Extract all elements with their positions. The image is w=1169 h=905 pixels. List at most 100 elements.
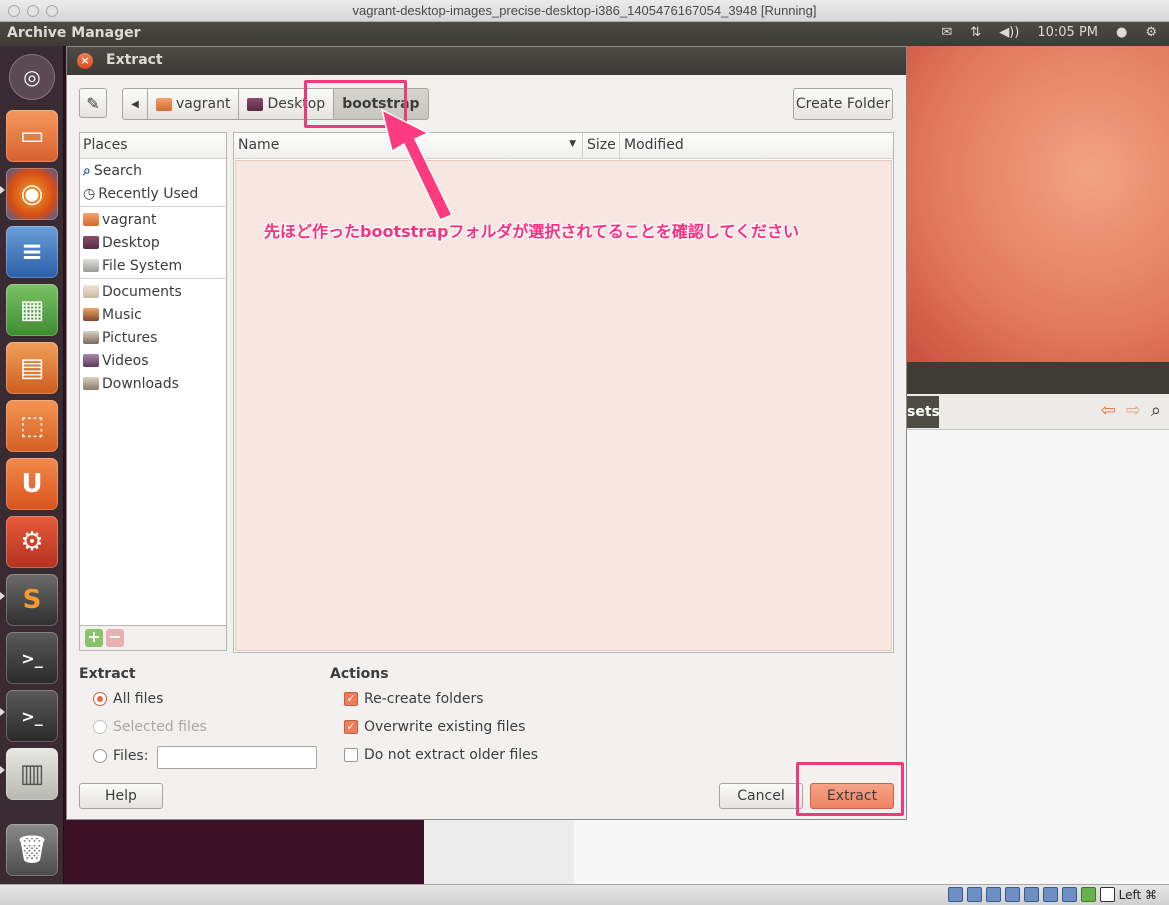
help-button[interactable]: Help [79,783,163,809]
mail-icon[interactable]: ✉ [941,25,952,40]
annotation-arrow [380,108,454,221]
home-folder-icon [83,213,99,226]
place-label: Music [102,306,142,323]
path-crumb-label: vagrant [176,96,231,112]
file-list: Name ▼ Size Modified [233,132,894,653]
path-crumb-vagrant[interactable]: vagrant [147,88,240,120]
background-window-content [907,430,1169,884]
option-label: Selected files [113,719,207,735]
trash-icon[interactable]: 🗑 [6,824,58,876]
place-desktop[interactable]: Desktop [80,231,226,254]
archive-manager-icon[interactable]: ▥ [6,748,58,800]
ubuntu-one-icon[interactable]: U [6,458,58,510]
place-pictures[interactable]: Pictures [80,326,226,349]
shared-folder-icon[interactable] [1004,887,1020,902]
software-center-icon[interactable]: ⬚ [6,400,58,452]
power-icon[interactable]: ⚙ [1145,25,1157,40]
network-icon[interactable]: ⇅ [970,25,981,40]
place-recently-used[interactable]: ◷ Recently Used [80,182,226,205]
optical-drive-icon[interactable] [966,887,982,902]
create-folder-button[interactable]: Create Folder [793,88,893,120]
search-icon[interactable]: ⌕ [1151,400,1161,421]
background-window-panel [574,820,907,884]
place-documents[interactable]: Documents [80,280,226,303]
virtualization-icon[interactable] [1080,887,1096,902]
option-overwrite[interactable]: ✓ Overwrite existing files [344,719,525,735]
writer-icon[interactable]: ≡ [6,226,58,278]
desktop-wallpaper [907,46,1169,362]
place-vagrant[interactable]: vagrant [80,208,226,231]
display-icon[interactable] [1023,887,1039,902]
file-list-header: Name ▼ Size Modified [234,133,893,159]
places-footer: + − [79,626,227,651]
option-selected-files[interactable]: Selected files [93,719,207,735]
divider [80,206,226,207]
all-files-radio[interactable] [93,692,107,706]
documents-folder-icon [83,285,99,298]
system-settings-icon[interactable]: ⚙ [6,516,58,568]
clock[interactable]: 10:05 PM [1037,25,1098,40]
panel-indicators: ✉ ⇅ ◀)) 10:05 PM ● ⚙ [941,25,1157,40]
option-files-pattern[interactable]: Files: [93,748,148,764]
cancel-button[interactable]: Cancel [719,783,803,809]
place-label: Search [93,162,142,179]
option-label: Overwrite existing files [364,719,526,735]
back-arrow-icon[interactable]: ⇦ [1101,400,1116,421]
terminal-icon[interactable]: >_ [6,690,58,742]
add-bookmark-button[interactable]: + [85,629,103,647]
files-icon[interactable]: ▭ [6,110,58,162]
recreate-folders-checkbox[interactable]: ✓ [344,692,358,706]
network-adapter-icon[interactable] [1042,887,1058,902]
dialog-close-button[interactable]: × [77,53,93,69]
annotation-text: 先ほど作ったbootstrapフォルダが選択されてることを確認してください [264,222,799,241]
impress-icon[interactable]: ▤ [6,342,58,394]
place-music[interactable]: Music [80,303,226,326]
hard-disk-icon[interactable] [947,887,963,902]
highlight-extract-button [796,762,904,816]
desktop-icon [83,236,99,249]
calc-icon[interactable]: ▦ [6,284,58,336]
forward-arrow-icon[interactable]: ⇨ [1126,400,1141,421]
remove-bookmark-button[interactable]: − [106,629,124,647]
terminal-icon[interactable]: >_ [6,632,58,684]
volume-icon[interactable]: ◀)) [999,25,1019,40]
place-downloads[interactable]: Downloads [80,372,226,395]
column-modified[interactable]: Modified [620,133,893,158]
option-label: Files: [113,748,149,764]
dash-icon[interactable]: ◎ [9,54,55,100]
background-tab[interactable]: sets [907,396,940,428]
places-sidebar: Places ⌕ Search ◷ Recently Used vagrant De… [79,132,227,626]
place-label: File System [102,257,183,274]
selected-files-radio[interactable] [93,720,107,734]
option-recreate-folders[interactable]: ✓ Re-create folders [344,691,484,707]
background-window-toolbar: sets ⇦ ⇨ ⌕ [907,394,1169,430]
option-no-older[interactable]: Do not extract older files [344,747,538,763]
background-nav: ⇦ ⇨ ⌕ [1101,400,1161,421]
edit-location-button[interactable]: ✎ [79,88,107,118]
place-label: Recently Used [98,185,199,202]
sublime-text-icon[interactable]: S [6,574,58,626]
files-pattern-radio[interactable] [93,749,107,763]
usb-icon[interactable] [985,887,1001,902]
host-status-bar: Left ⌘ [0,884,1169,905]
video-capture-icon[interactable] [1061,887,1077,902]
place-videos[interactable]: Videos [80,349,226,372]
path-back-button[interactable]: ◀ [122,88,148,120]
option-all-files[interactable]: All files [93,691,163,707]
host-window-titlebar: vagrant-desktop-images_precise-desktop-i… [0,0,1169,22]
user-icon[interactable]: ● [1116,25,1127,40]
files-pattern-input[interactable] [157,746,317,769]
divider [80,278,226,279]
desktop-icon [247,97,264,111]
place-search[interactable]: ⌕ Search [80,159,226,182]
overwrite-checkbox[interactable]: ✓ [344,720,358,734]
no-older-checkbox[interactable] [344,748,358,762]
column-size[interactable]: Size [583,133,620,158]
mouse-integration-icon[interactable] [1099,887,1115,902]
firefox-icon[interactable]: ◉ [6,168,58,220]
place-file-system[interactable]: File System [80,254,226,277]
place-label: Desktop [102,234,160,251]
pictures-folder-icon [83,331,99,344]
arrow-shape [380,108,454,221]
host-key-label: Left ⌘ [1118,887,1157,902]
